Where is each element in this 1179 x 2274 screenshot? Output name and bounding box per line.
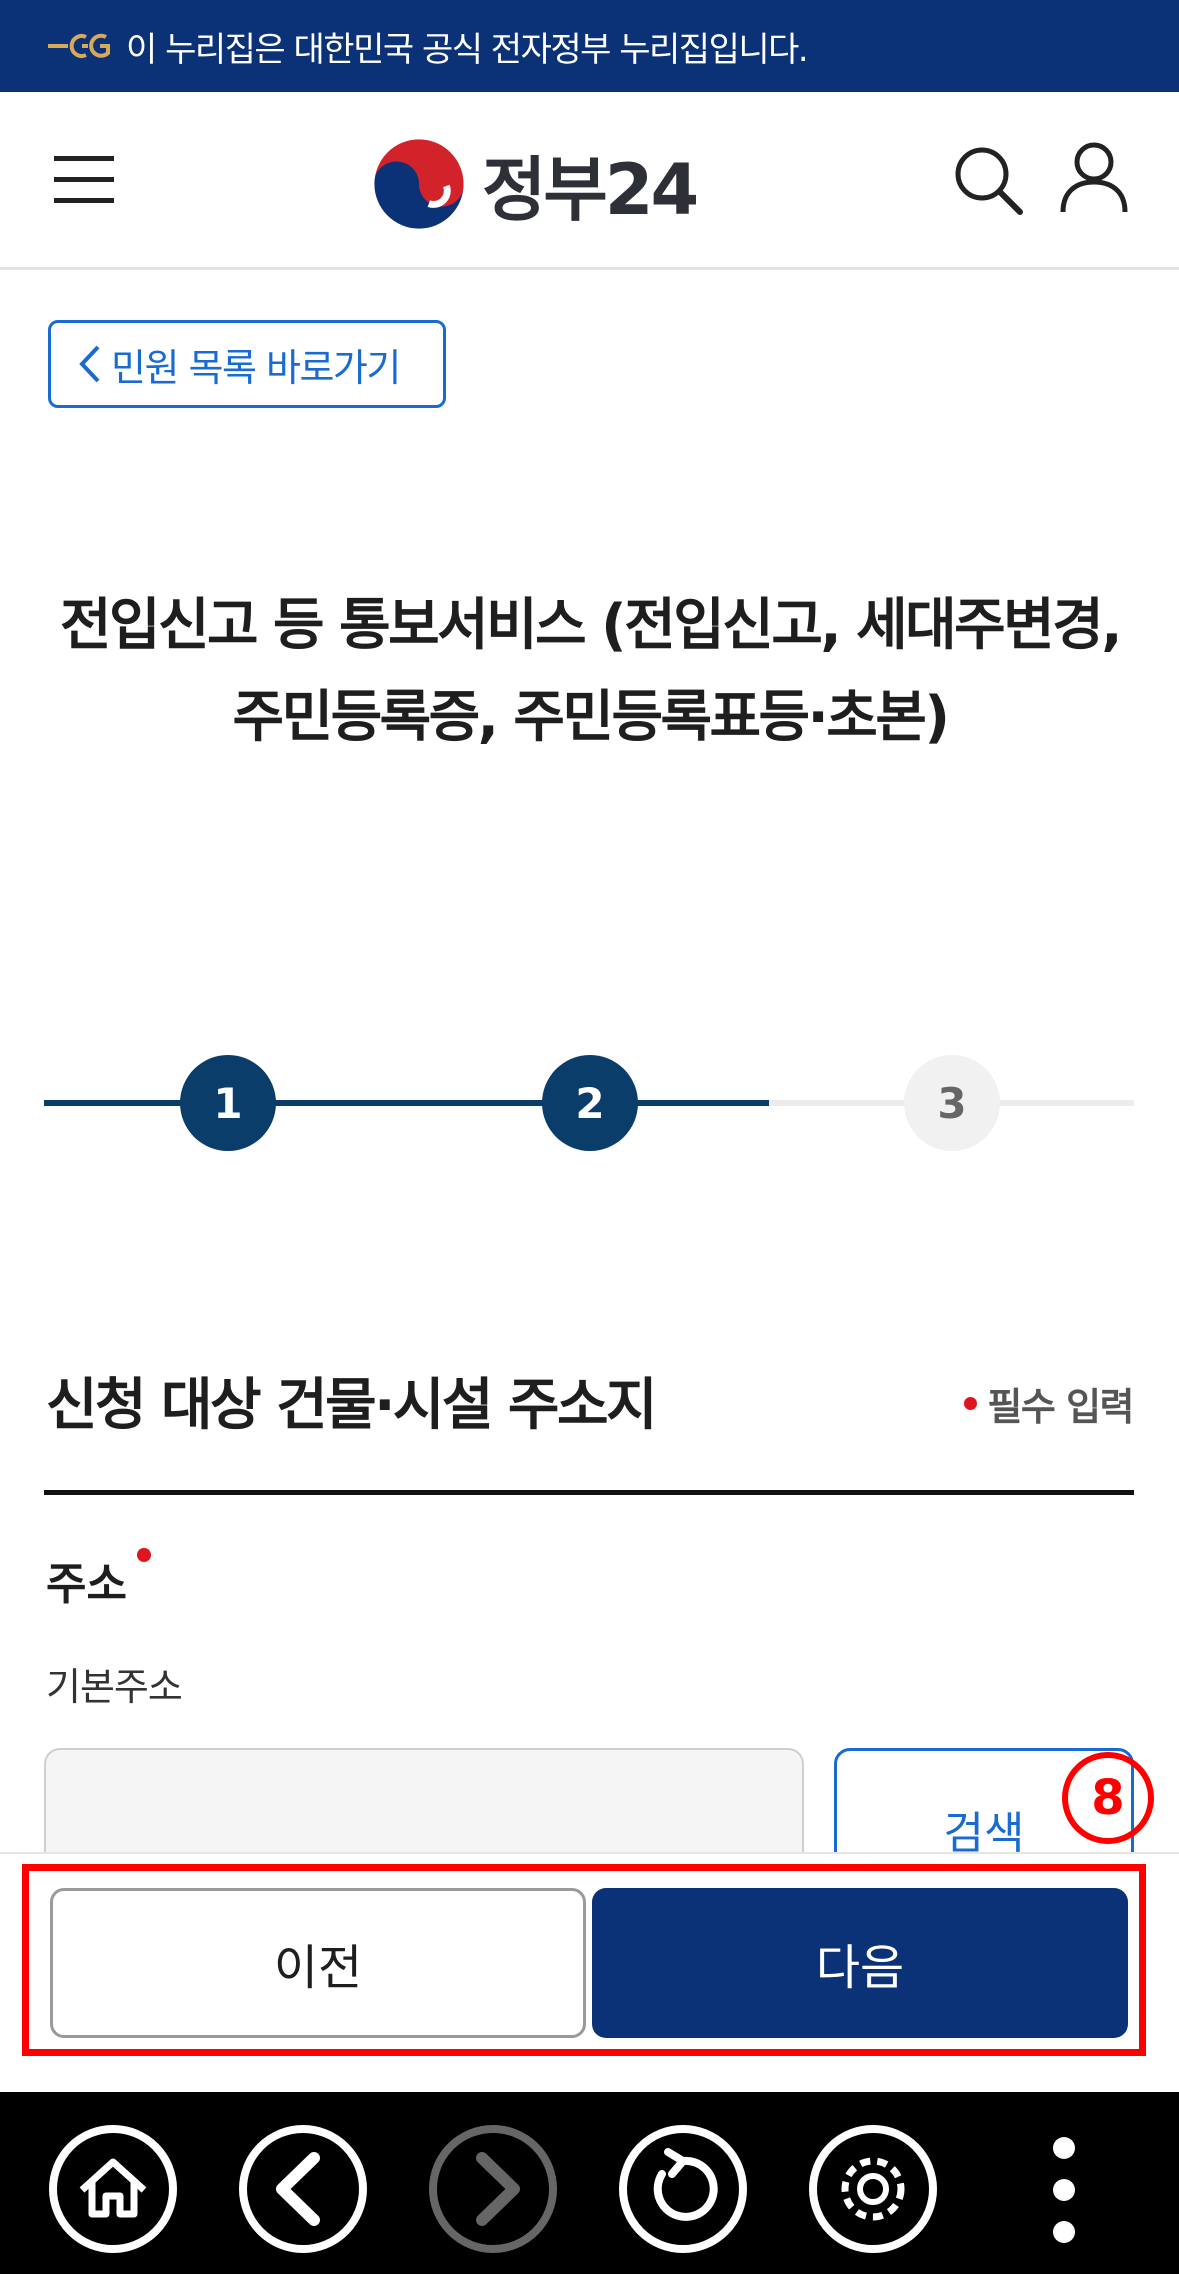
logo-text: 정부24	[482, 148, 699, 231]
page-title: 전입신고 등 통보서비스 (전입신고, 세대주변경, 주민등록증, 주민등록표등…	[30, 580, 1150, 764]
refresh-icon[interactable]	[616, 2122, 750, 2256]
site-header: 정부24	[0, 92, 1179, 270]
step-indicator: 1 2 3	[44, 1050, 1134, 1154]
back-icon[interactable]	[236, 2122, 370, 2256]
step-2: 2	[542, 1055, 638, 1151]
gov-banner-text: 이 누리집은 대한민국 공식 전자정부 누리집입니다.	[126, 29, 809, 70]
browser-navbar	[0, 2092, 1179, 2274]
address-label-text: 주소	[46, 1559, 127, 1610]
settings-icon[interactable]	[806, 2122, 940, 2256]
basic-address-label: 기본주소	[46, 1665, 183, 1709]
forward-icon[interactable]	[426, 2122, 560, 2256]
step-progress-line-done	[44, 1100, 769, 1106]
annotation-number-badge: 8	[1062, 1752, 1154, 1844]
page-title-line1: 전입신고 등 통보서비스 (전입신고, 세대주변경,	[59, 593, 1123, 658]
eg-mark-icon	[48, 33, 110, 58]
back-link-label: 민원 목록 바로가기	[111, 345, 401, 390]
required-dot-icon	[136, 1548, 151, 1562]
search-icon[interactable]	[950, 142, 1024, 216]
home-icon[interactable]	[46, 2122, 180, 2256]
site-logo[interactable]: 정부24	[370, 134, 699, 234]
user-icon[interactable]	[1058, 140, 1130, 214]
section-divider	[44, 1490, 1134, 1495]
required-dot-icon	[964, 1397, 978, 1410]
gov-banner: 이 누리집은 대한민국 공식 전자정부 누리집입니다.	[0, 0, 1179, 92]
address-label: 주소	[46, 1548, 151, 1612]
more-icon[interactable]	[1034, 2130, 1094, 2250]
chevron-left-icon	[79, 345, 100, 383]
basic-address-input[interactable]	[44, 1748, 804, 1868]
step-1: 1	[180, 1055, 276, 1151]
back-to-list-link[interactable]: 민원 목록 바로가기	[48, 320, 446, 408]
annotation-highlight-box	[22, 1864, 1146, 2056]
section-title: 신청 대상 건물·시설 주소지	[46, 1373, 657, 1438]
required-legend: 필수 입력	[964, 1376, 1134, 1431]
step-3: 3	[904, 1055, 1000, 1151]
required-legend-text: 필수 입력	[987, 1385, 1134, 1429]
taegeuk-logo-icon	[373, 138, 465, 230]
page-title-line2: 주민등록증, 주민등록표등·초본)	[232, 685, 950, 750]
hamburger-icon[interactable]	[50, 152, 118, 208]
